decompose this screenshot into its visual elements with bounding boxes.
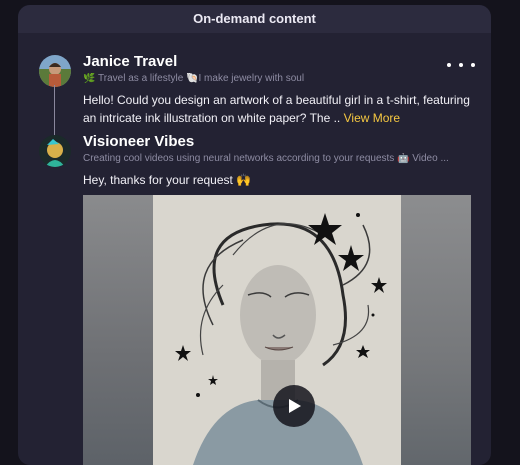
- post-menu-button[interactable]: [447, 57, 475, 73]
- video-blur-left: [83, 195, 153, 465]
- post-author-bio: Creating cool videos using neural networ…: [83, 153, 449, 164]
- post-author[interactable]: Janice Travel: [83, 53, 177, 70]
- avatar-visioneer[interactable]: [39, 135, 71, 167]
- video-blur-right: [401, 195, 471, 465]
- play-icon: [289, 399, 301, 413]
- video-preview[interactable]: [83, 195, 471, 465]
- post-author-bio: 🌿 Travel as a lifestyle 🐚I make jewelry …: [83, 73, 305, 84]
- panel-title: On-demand content: [18, 5, 491, 33]
- thread-connector: [54, 85, 55, 137]
- post-author[interactable]: Visioneer Vibes: [83, 133, 194, 150]
- view-more-link[interactable]: View More: [344, 111, 400, 125]
- content-panel: On-demand content Janice Travel 🌿 Travel…: [18, 5, 491, 465]
- more-horizontal-icon: [447, 63, 451, 67]
- avatar-janice[interactable]: [39, 55, 71, 87]
- play-button[interactable]: [273, 385, 315, 427]
- post-message: Hey, thanks for your request 🙌: [83, 173, 252, 187]
- post-message: Hello! Could you design an artwork of a …: [83, 93, 470, 125]
- artwork-image: [153, 195, 401, 465]
- post-text: Hello! Could you design an artwork of a …: [83, 91, 475, 127]
